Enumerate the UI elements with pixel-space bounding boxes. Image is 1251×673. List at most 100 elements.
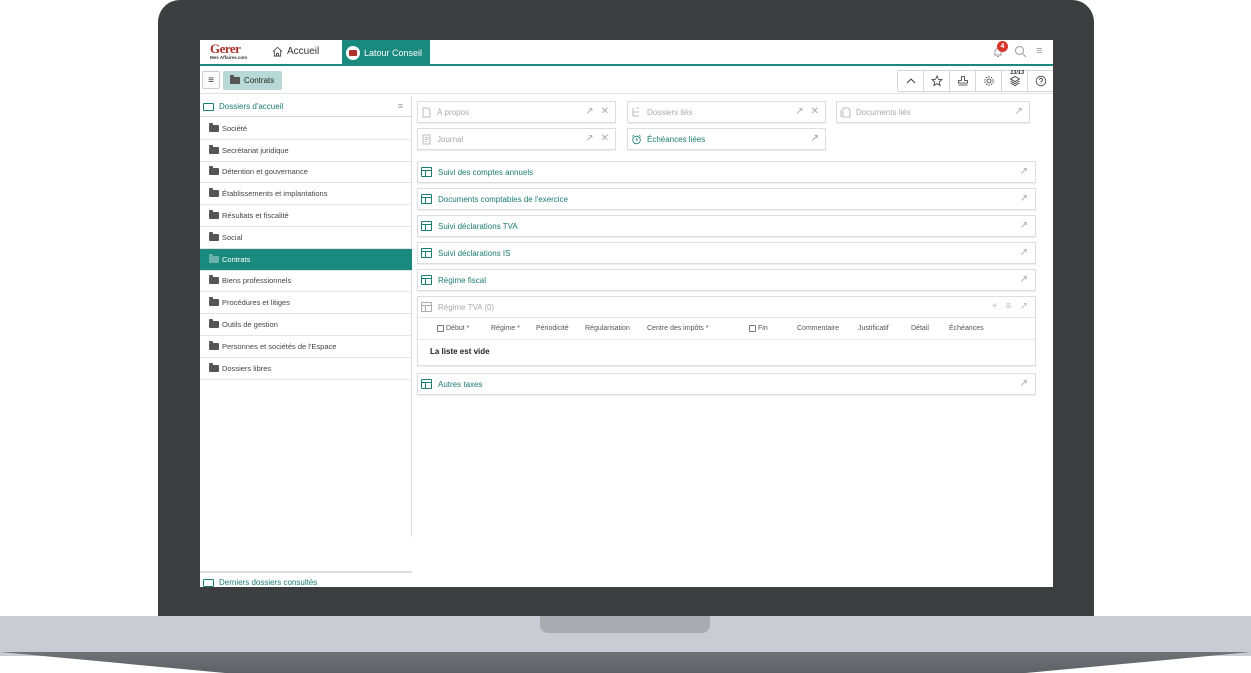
expand-icon[interactable]: ↗: [811, 133, 819, 145]
sidebar-header[interactable]: Dossiers d'accueil ≡: [200, 97, 412, 117]
close-icon[interactable]: ✕: [601, 133, 609, 145]
section-suivi-comptes[interactable]: Suivi des comptes annuels ↗: [417, 161, 1036, 183]
sidebar-item-personnes[interactable]: Personnes et sociétés de l'Espace: [200, 336, 412, 358]
regime-tva-title: Régime TVA (0): [438, 302, 495, 312]
main-menu-icon[interactable]: ≡: [1036, 46, 1046, 58]
column-periodicite[interactable]: Périodicité: [536, 325, 569, 332]
section-label: Suivi déclarations TVA: [438, 221, 518, 231]
table-icon: [421, 275, 432, 285]
folder-icon: [209, 297, 219, 307]
sidebar-item-label: Secrétariat juridique: [222, 145, 289, 155]
home-icon: [272, 46, 283, 57]
section-autres-taxes[interactable]: Autres taxes ↗: [417, 373, 1036, 395]
company-icon: [346, 45, 360, 60]
sidebar-item-outils[interactable]: Outils de gestion: [200, 314, 412, 336]
folder-icon: [209, 144, 219, 154]
section-suivi-tva[interactable]: Suivi déclarations TVA ↗: [417, 215, 1036, 237]
sidebar-item-detention[interactable]: Détention et gouvernance: [200, 162, 412, 184]
card-journal[interactable]: Journal ↗ ✕: [417, 128, 616, 150]
sidebar-item-label: Dossiers libres: [222, 363, 272, 373]
add-icon[interactable]: +: [992, 301, 998, 312]
collapse-button[interactable]: [898, 71, 924, 91]
card-label: Échéances liées: [647, 134, 706, 144]
expand-icon[interactable]: ↗: [1020, 247, 1028, 258]
app-logo[interactable]: Gerer Mes Affaires.com: [210, 42, 250, 64]
section-label: Autres taxes: [438, 379, 483, 389]
recent-folders[interactable]: Derniers dossiers consultés: [200, 571, 412, 587]
sidebar-toggle-button[interactable]: ≡: [202, 71, 220, 89]
expand-icon[interactable]: ↗: [1020, 193, 1028, 204]
table-icon: [421, 379, 432, 389]
sidebar-header-label: Dossiers d'accueil: [219, 102, 284, 111]
calendar-icon: [437, 325, 444, 332]
sidebar-item-label: Personnes et sociétés de l'Espace: [222, 341, 337, 351]
expand-icon[interactable]: ↗: [1020, 274, 1028, 285]
card-dossiers-lies[interactable]: Dossiers liés ↗ ✕: [627, 101, 826, 123]
card-apropos[interactable]: À propos ↗ ✕: [417, 101, 616, 123]
expand-icon[interactable]: ↗: [1015, 106, 1023, 118]
sidebar-item-resultats[interactable]: Résultats et fiscalité: [200, 205, 412, 227]
close-icon[interactable]: ✕: [601, 106, 609, 118]
tree-icon: [632, 107, 639, 116]
gear-icon: [983, 76, 994, 86]
documents-icon: [840, 107, 851, 117]
sidebar-menu-icon[interactable]: ≡: [398, 101, 403, 111]
home-label: Accueil: [287, 46, 320, 57]
column-label: Détail: [911, 325, 929, 332]
section-suivi-is[interactable]: Suivi déclarations IS ↗: [417, 242, 1036, 264]
card-echeances-liees[interactable]: Échéances liées ↗: [627, 128, 826, 150]
sidebar-item-etablissements[interactable]: Établissements et implantations: [200, 183, 412, 206]
section-regime-fiscal[interactable]: Régime fiscal ↗: [417, 269, 1036, 291]
expand-icon[interactable]: ↗: [1020, 220, 1028, 231]
sidebar-item-secretariat[interactable]: Secrétariat juridique: [200, 140, 412, 162]
column-label: Justificatif: [858, 325, 889, 332]
sidebar-list: Société Secrétariat juridique Détention …: [200, 118, 412, 380]
recent-folders-label: Derniers dossiers consultés: [219, 578, 318, 587]
column-justificatif[interactable]: Justificatif: [858, 325, 889, 332]
sidebar-item-societe[interactable]: Société: [200, 118, 412, 140]
column-debut[interactable]: Début *: [437, 325, 469, 332]
section-documents-comptables[interactable]: Documents comptables de l'exercice ↗: [417, 188, 1036, 210]
section-label: Suivi déclarations IS: [438, 248, 511, 258]
sidebar-item-social[interactable]: Social: [200, 227, 412, 249]
favorite-button[interactable]: [924, 71, 950, 91]
sidebar-item-label: Société: [222, 123, 248, 133]
toolbar: ≡ Contrats 13/13: [200, 68, 1053, 94]
column-commentaire[interactable]: Commentaire: [797, 325, 839, 332]
folder-icon: [209, 210, 219, 220]
folder-icon: [209, 253, 219, 263]
expand-icon[interactable]: ↗: [795, 106, 803, 118]
help-button[interactable]: [1028, 71, 1053, 91]
sidebar-item-contrats[interactable]: Contrats: [200, 248, 412, 271]
column-regularisation[interactable]: Régularisation: [585, 325, 630, 332]
settings-button[interactable]: [976, 71, 1002, 91]
sidebar: Dossiers d'accueil ≡ Société Secrétariat…: [200, 97, 412, 587]
expand-icon[interactable]: ↗: [1020, 378, 1028, 389]
expand-icon[interactable]: ↗: [1020, 166, 1028, 177]
column-label: Centre des impôts *: [647, 325, 709, 332]
stamp-button[interactable]: [950, 71, 976, 91]
sidebar-item-biens[interactable]: Biens professionnels: [200, 271, 412, 293]
column-fin[interactable]: Fin: [749, 325, 768, 332]
expand-icon[interactable]: ↗: [1020, 301, 1028, 312]
expand-icon[interactable]: ↗: [585, 133, 593, 145]
top-navigation: Gerer Mes Affaires.com Accueil Latour Co…: [200, 40, 1053, 66]
card-documents-lies[interactable]: Documents liés ↗: [836, 101, 1030, 123]
column-regime[interactable]: Régime *: [491, 325, 520, 332]
list-menu-icon[interactable]: ≡: [1006, 301, 1012, 312]
close-icon[interactable]: ✕: [811, 106, 819, 118]
column-centre-impots[interactable]: Centre des impôts *: [647, 325, 708, 332]
expand-icon[interactable]: ↗: [585, 106, 593, 118]
home-link[interactable]: Accueil: [272, 46, 319, 57]
tab-latour-conseil[interactable]: Latour Conseil: [342, 40, 430, 65]
sidebar-item-procedures[interactable]: Procédures et litiges: [200, 292, 412, 315]
sidebar-item-dossiers-libres[interactable]: Dossiers libres: [200, 358, 412, 380]
table-icon: [421, 221, 432, 231]
layers-button[interactable]: 13/13: [1002, 70, 1028, 91]
column-label: Début *: [446, 325, 470, 332]
breadcrumb[interactable]: Contrats: [223, 71, 282, 90]
empty-list-message: La liste est vide: [430, 347, 490, 356]
search-icon[interactable]: [1014, 45, 1027, 58]
column-echeances[interactable]: Échéances: [949, 325, 984, 332]
column-detail[interactable]: Détail: [911, 325, 929, 332]
